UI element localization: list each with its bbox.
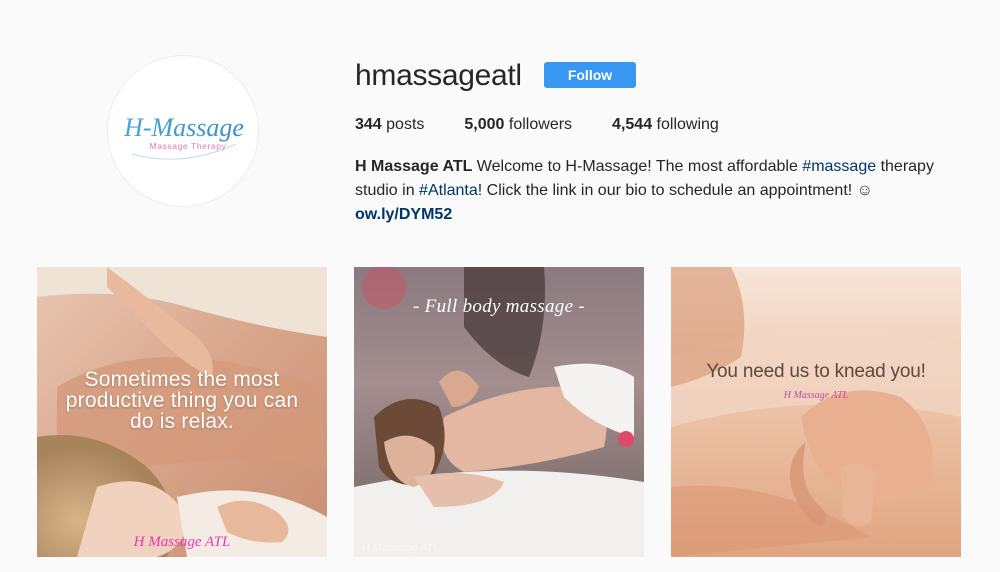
bio-external-link[interactable]: ow.ly/DYM52 bbox=[355, 203, 955, 227]
profile-username: hmassageatl bbox=[355, 59, 522, 92]
post-image bbox=[671, 267, 961, 557]
following-count: 4,544 bbox=[612, 116, 653, 133]
logo-subtext: Massage Therapy bbox=[150, 141, 227, 151]
post-thumbnail-full-body[interactable]: - Full body massage - H Massage ATL bbox=[354, 267, 644, 557]
followers-label: followers bbox=[508, 116, 573, 133]
post-caption: - Full body massage - bbox=[413, 296, 585, 317]
stat-posts: 344 posts bbox=[355, 115, 424, 135]
post-caption: You need us to knead you! bbox=[706, 361, 926, 382]
post-watermark: H Massage ATL bbox=[133, 534, 231, 550]
posts-label: posts bbox=[386, 116, 425, 133]
post-caption: Sometimes the most productive thing you … bbox=[65, 368, 299, 433]
bio-text: Welcome to H-Massage! The most affordabl… bbox=[472, 158, 803, 175]
post-watermark: H Massage ATL bbox=[362, 542, 440, 554]
post-thumbnail-relax[interactable]: Sometimes the most productive thing you … bbox=[37, 267, 327, 557]
post-watermark: H Massage ATL bbox=[783, 390, 849, 401]
h-massage-logo: H-Massage Massage Therapy bbox=[123, 113, 244, 160]
profile-stats: 344 posts 5,000 followers 4,544 followin… bbox=[355, 115, 759, 135]
bio-name: H Massage ATL bbox=[355, 158, 473, 175]
profile-avatar[interactable]: H-Massage Massage Therapy bbox=[107, 55, 259, 207]
followers-count: 5,000 bbox=[464, 116, 505, 133]
hashtag-massage-link[interactable]: #massage bbox=[802, 158, 876, 175]
following-label: following bbox=[656, 116, 719, 133]
bio-text: ! Click the link in our bio to schedule … bbox=[477, 182, 873, 199]
stat-followers[interactable]: 5,000 followers bbox=[464, 115, 572, 135]
hashtag-atlanta-link[interactable]: #Atlanta bbox=[419, 182, 478, 199]
follow-button[interactable]: Follow bbox=[544, 62, 636, 88]
posts-count: 344 bbox=[355, 116, 382, 133]
profile-bio: H Massage ATL Welcome to H-Massage! The … bbox=[355, 155, 955, 227]
logo-text: H-Massage bbox=[123, 113, 244, 142]
post-thumbnail-knead[interactable]: You need us to knead you! H Massage ATL bbox=[671, 267, 961, 557]
stat-following[interactable]: 4,544 following bbox=[612, 115, 719, 135]
